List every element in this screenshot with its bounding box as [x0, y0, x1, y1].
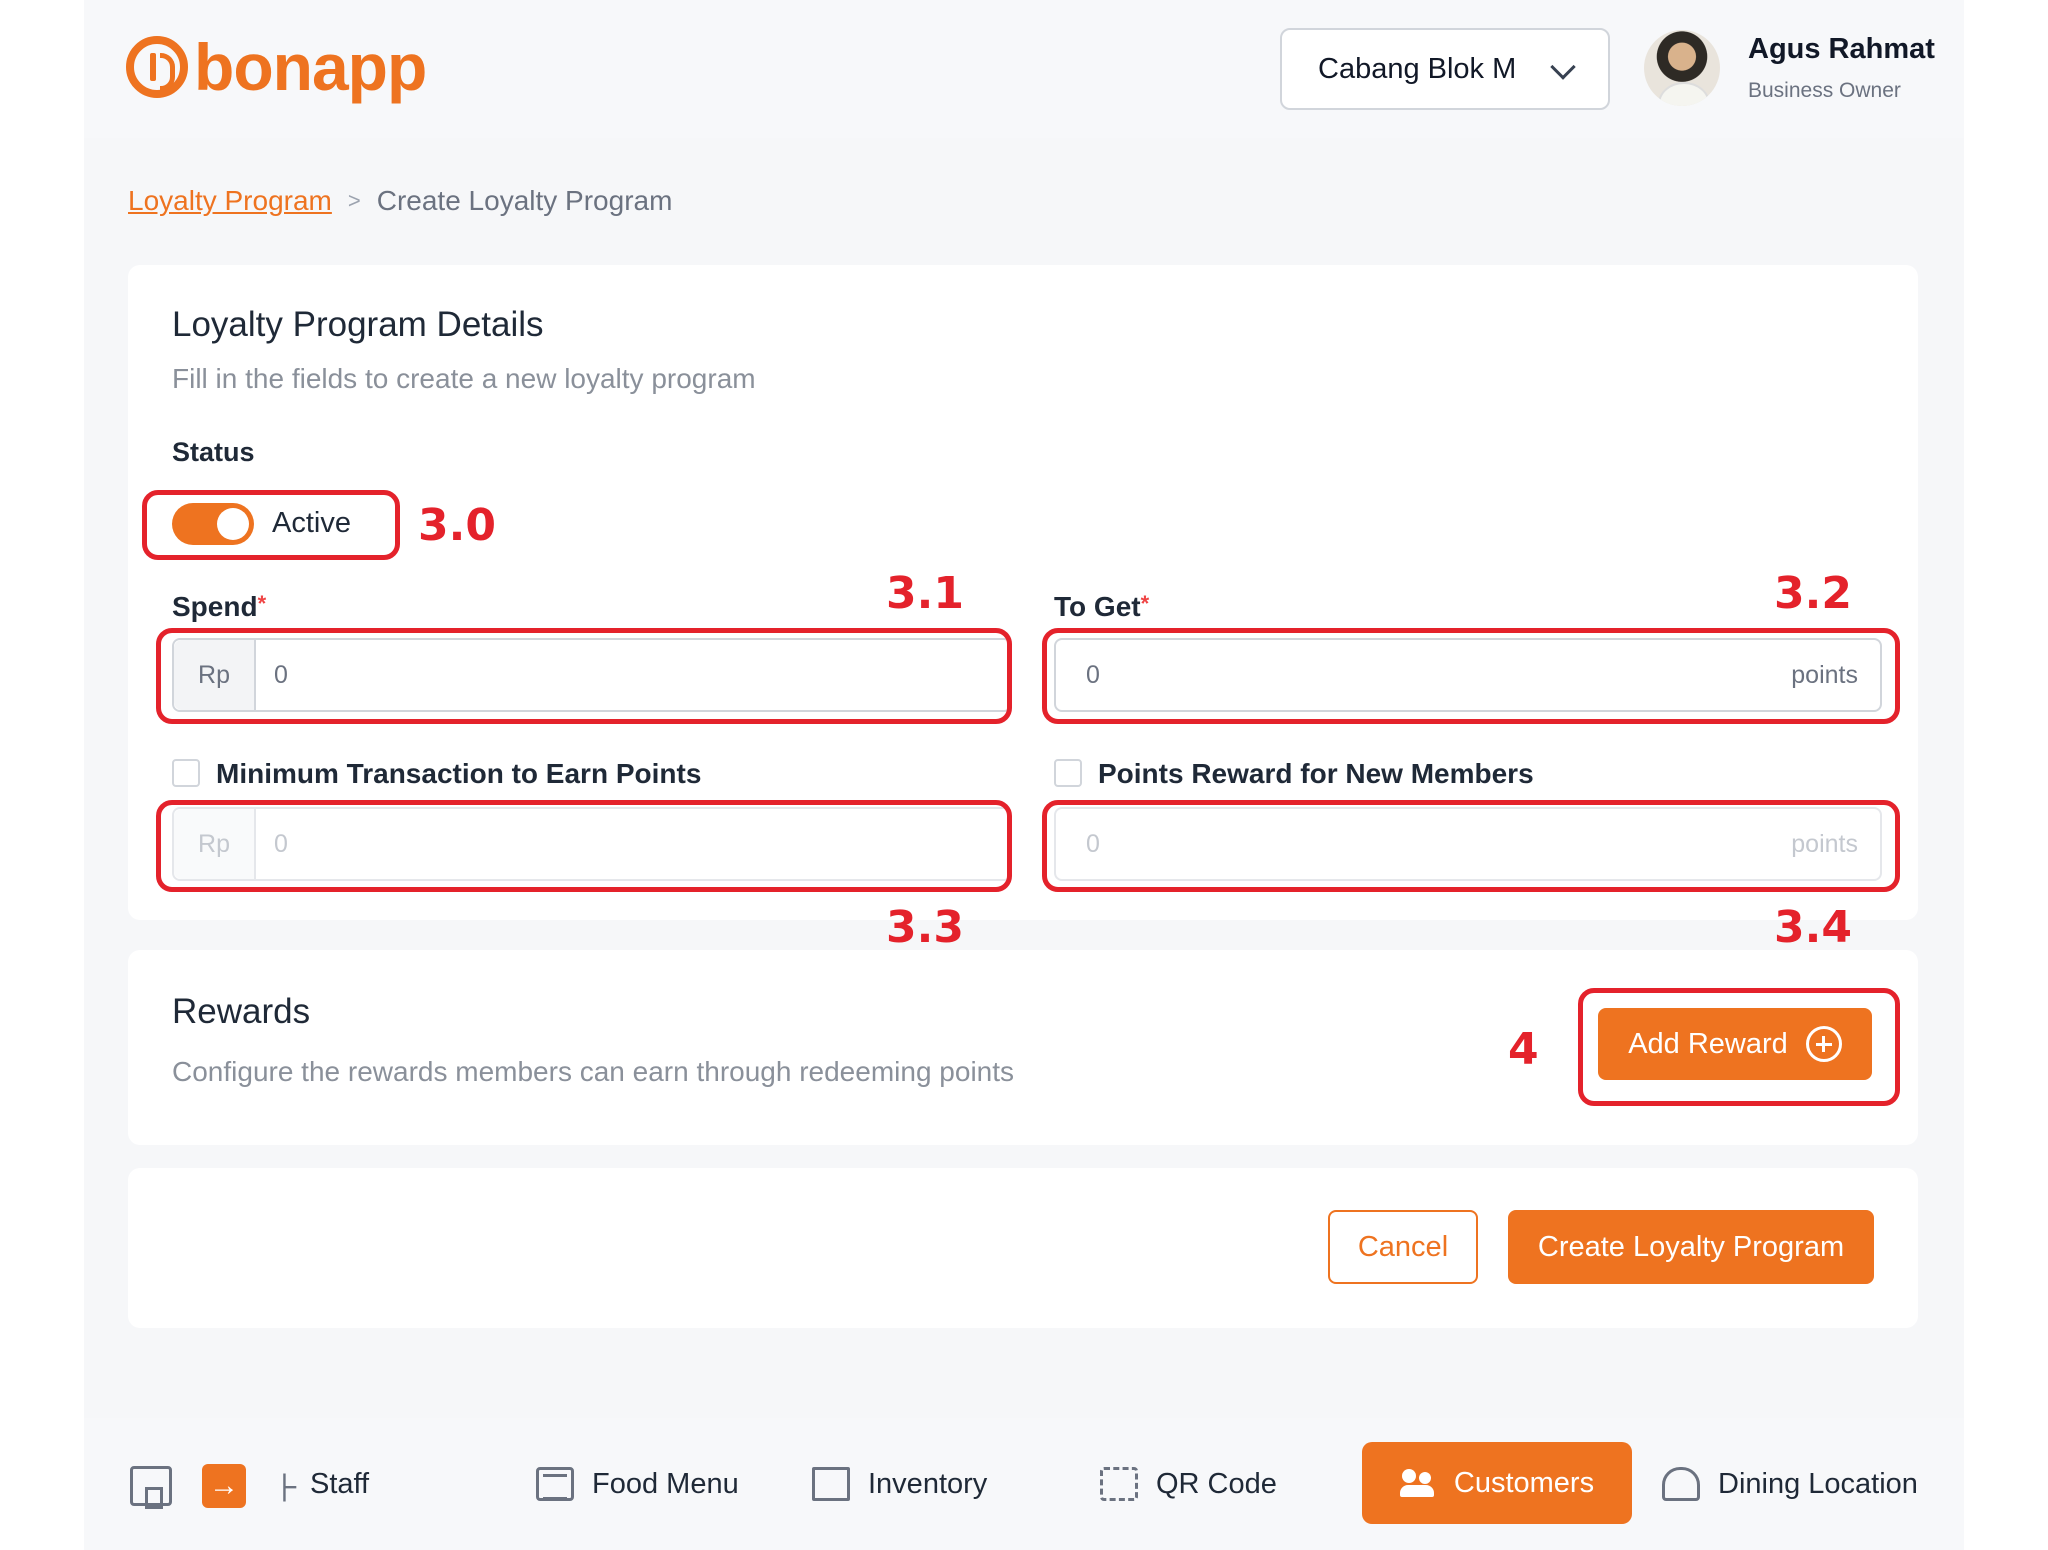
chevron-down-icon	[1550, 54, 1576, 80]
bottom-navigation: Staff Food Menu Inventory QR Code Dining…	[84, 1418, 1964, 1550]
status-label: Status	[172, 437, 255, 467]
cancel-button[interactable]: Cancel	[1328, 1210, 1478, 1284]
new-member-reward-checkbox[interactable]	[1054, 759, 1082, 787]
annotation-label-3-1: 3.1	[886, 568, 964, 619]
annotation-label-3-3: 3.3	[886, 902, 964, 953]
nav-item-qr-code[interactable]: QR Code	[1100, 1418, 1277, 1550]
details-title: Loyalty Program Details	[172, 305, 544, 344]
annotation-label-3-0: 3.0	[418, 500, 496, 551]
inventory-icon	[812, 1467, 850, 1501]
nav-item-dining-location[interactable]: Dining Location	[1662, 1418, 1918, 1550]
user-name: Agus Rahmat	[1748, 33, 1935, 65]
breadcrumb: Loyalty Program > Create Loyalty Program	[128, 185, 672, 217]
annotation-label-3-2: 3.2	[1774, 568, 1852, 619]
annotation-box-spend	[156, 628, 1012, 724]
rewards-title: Rewards	[172, 992, 311, 1031]
app-root: bonapp Cabang Blok M Agus Rahmat Busines…	[84, 0, 1964, 1550]
top-header: bonapp Cabang Blok M Agus Rahmat Busines…	[84, 0, 1964, 138]
annotation-box-to-get	[1042, 628, 1900, 724]
nav-item-customers-label: Customers	[1453, 1466, 1595, 1499]
nav-item-qr-code-label: QR Code	[1156, 1467, 1277, 1500]
staff-icon: ⺊	[272, 1473, 302, 1506]
nav-item-food-menu-label: Food Menu	[592, 1467, 739, 1500]
branch-selector-value: Cabang Blok M	[1318, 52, 1517, 85]
spend-label: Spend*	[172, 591, 266, 623]
logo-text: bonapp	[194, 30, 427, 104]
nav-item-customers[interactable]: Customers	[1362, 1442, 1632, 1524]
annotation-box-min-transaction	[156, 800, 1012, 892]
min-transaction-label: Minimum Transaction to Earn Points	[216, 758, 702, 789]
nav-item-staff[interactable]: Staff	[310, 1418, 369, 1550]
store-home-icon[interactable]	[130, 1466, 172, 1509]
annotation-box-add-reward	[1578, 988, 1900, 1106]
branch-selector[interactable]: Cabang Blok M	[1280, 28, 1610, 110]
bonapp-logo[interactable]: bonapp	[126, 30, 427, 104]
annotation-label-3-4: 3.4	[1774, 902, 1852, 953]
annotation-box-status	[142, 490, 400, 560]
min-transaction-checkbox[interactable]	[172, 759, 200, 787]
nav-item-dining-location-label: Dining Location	[1718, 1467, 1918, 1500]
nav-item-inventory-label: Inventory	[868, 1467, 988, 1500]
spend-label-text: Spend	[172, 591, 258, 622]
to-get-label-text: To Get	[1054, 591, 1141, 622]
user-avatar[interactable]	[1644, 30, 1720, 106]
annotation-label-4: 4	[1508, 1024, 1539, 1075]
nav-item-food-menu[interactable]: Food Menu	[536, 1418, 739, 1550]
required-mark: *	[1140, 591, 1150, 616]
required-mark: *	[257, 591, 267, 616]
user-role: Business Owner	[1748, 79, 1901, 102]
qr-code-icon	[1100, 1467, 1138, 1501]
to-get-label: To Get*	[1054, 591, 1149, 623]
food-menu-icon	[536, 1467, 574, 1501]
nav-item-staff-label: Staff	[310, 1467, 370, 1500]
nav-item-inventory[interactable]: Inventory	[812, 1418, 987, 1550]
breadcrumb-separator: >	[347, 188, 361, 213]
users-icon	[1399, 1469, 1436, 1497]
details-subtitle: Fill in the fields to create a new loyal…	[172, 363, 756, 394]
expand-nav-button[interactable]: →	[202, 1464, 246, 1508]
breadcrumb-current: Create Loyalty Program	[376, 185, 673, 216]
create-loyalty-program-button[interactable]: Create Loyalty Program	[1508, 1210, 1874, 1284]
form-actions-card: Cancel Create Loyalty Program	[128, 1168, 1918, 1328]
new-member-reward-label: Points Reward for New Members	[1098, 758, 1534, 789]
logo-mark-icon	[126, 36, 188, 98]
annotation-box-new-member	[1042, 800, 1900, 892]
breadcrumb-loyalty-program-link[interactable]: Loyalty Program	[128, 185, 332, 217]
dining-location-icon	[1662, 1467, 1700, 1501]
rewards-subtitle: Configure the rewards members can earn t…	[172, 1056, 1015, 1087]
